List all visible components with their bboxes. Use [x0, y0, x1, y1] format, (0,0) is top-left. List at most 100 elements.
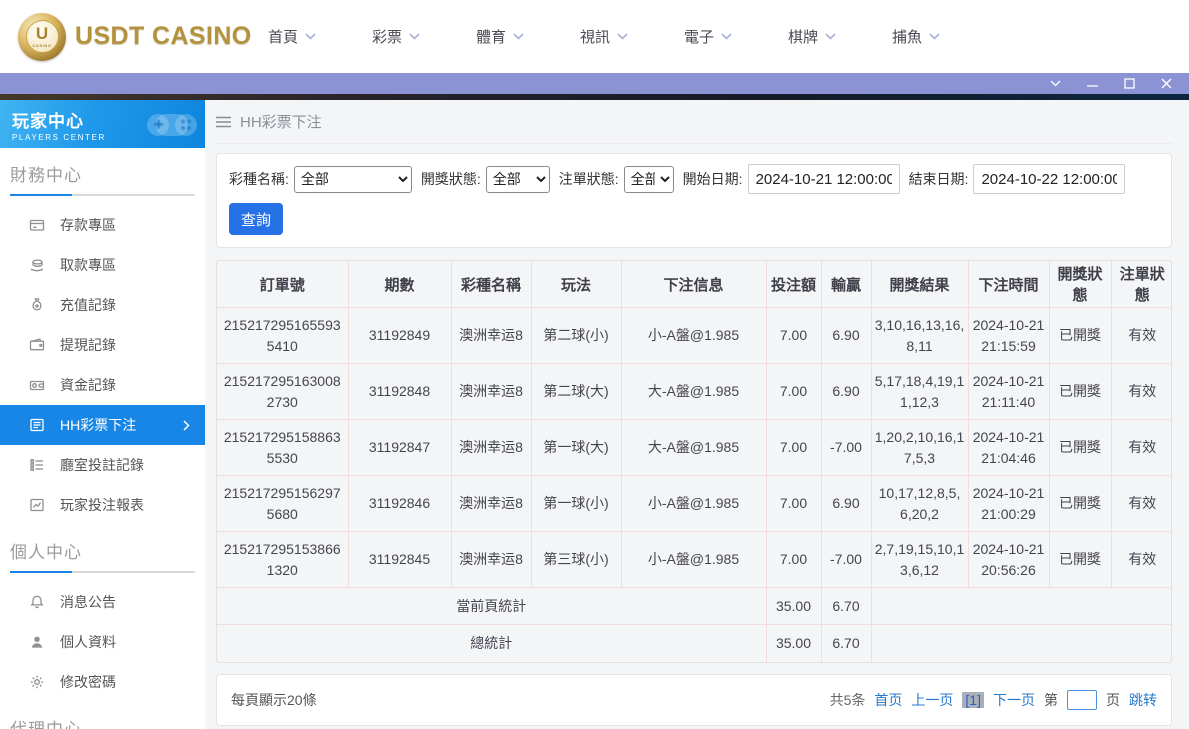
table-row: 2152172951630082730 31192848 澳洲幸运8 第二球(大…: [217, 364, 1172, 420]
cell-bet-time: 2024-10-21 21:15:59: [968, 308, 1049, 364]
cell-draw-result: 3,10,16,13,16,8,11: [871, 308, 968, 364]
chevron-down-icon: [617, 33, 628, 40]
nav-item-chess[interactable]: 棋牌: [788, 26, 892, 47]
nav-item-live-video[interactable]: 視訊: [580, 26, 684, 47]
grand-total-summary-row: 總統計 35.00 6.70: [217, 625, 1172, 662]
nav-label: 電子: [684, 26, 714, 47]
cell-lottery-name: 澳洲幸运8: [451, 476, 531, 532]
summary-bet-total: 35.00: [766, 588, 821, 625]
sidebar-item-label: 充值記錄: [60, 295, 116, 315]
cell-lottery-name: 澳洲幸运8: [451, 364, 531, 420]
lottery-type-label: 彩種名稱:: [229, 169, 289, 189]
col-header-order-status: 注單狀態: [1111, 261, 1172, 308]
sidebar-item-withdrawal-record[interactable]: 提現記錄: [0, 325, 205, 365]
hamburger-menu-icon[interactable]: [216, 116, 231, 128]
nav-item-slots[interactable]: 電子: [684, 26, 788, 47]
cell-order-no: 2152172951630082730: [217, 364, 348, 420]
sidebar-item-profile[interactable]: 個人資料: [0, 622, 205, 662]
gear-icon: [29, 674, 45, 690]
summary-label: 總統計: [217, 625, 766, 662]
end-date-input[interactable]: [973, 164, 1125, 194]
summary-label: 當前頁統計: [217, 588, 766, 625]
minimize-button[interactable]: [1085, 77, 1099, 91]
start-date-input[interactable]: [748, 164, 900, 194]
sidebar-item-recharge-record[interactable]: 充值記錄: [0, 285, 205, 325]
sidebar: 玩家中心 PLAYERS CENTER 財務中心 存款專區: [0, 100, 205, 729]
cell-order-no: 2152172951562975680: [217, 476, 348, 532]
logo-letter: U: [36, 25, 48, 42]
search-button[interactable]: 查詢: [229, 203, 283, 235]
cell-order-no: 2152172951588635530: [217, 420, 348, 476]
sidebar-item-hh-lottery-bets[interactable]: HH彩票下注: [0, 405, 205, 445]
cell-order-status: 有效: [1111, 364, 1172, 420]
chevron-right-icon: [183, 420, 190, 431]
sidebar-item-player-bet-report[interactable]: 玩家投注報表: [0, 485, 205, 525]
prev-page-link[interactable]: 上一页: [911, 690, 953, 710]
cell-bet-info: 小-A盤@1.985: [621, 308, 766, 364]
nav-label: 棋牌: [788, 26, 818, 47]
nav-item-fishing[interactable]: 捕魚: [892, 26, 996, 47]
breadcrumb: HH彩票下注: [216, 100, 1172, 144]
table-row: 2152172951655935410 31192849 澳洲幸运8 第二球(小…: [217, 308, 1172, 364]
cell-bet-amount: 7.00: [766, 476, 821, 532]
nav-item-lottery[interactable]: 彩票: [372, 26, 476, 47]
cell-bet-info: 小-A盤@1.985: [621, 476, 766, 532]
maximize-button[interactable]: [1122, 77, 1136, 91]
sidebar-item-label: 消息公告: [60, 592, 116, 612]
summary-win-loss-total: 6.70: [821, 625, 871, 662]
sidebar-item-label: 玩家投注報表: [60, 495, 144, 515]
sidebar-item-announcements[interactable]: 消息公告: [0, 582, 205, 622]
sidebar-item-deposit[interactable]: 存款專區: [0, 205, 205, 245]
cell-bet-amount: 7.00: [766, 364, 821, 420]
draw-status-select[interactable]: 全部: [486, 166, 550, 193]
col-header-bet-amount: 投注額: [766, 261, 821, 308]
cell-bet-time: 2024-10-21 20:56:26: [968, 532, 1049, 588]
sidebar-item-funds-record[interactable]: 資金記錄: [0, 365, 205, 405]
cell-order-no: 2152172951655935410: [217, 308, 348, 364]
sidebar-item-withdraw[interactable]: 取款專區: [0, 245, 205, 285]
sidebar-item-room-bet-record[interactable]: 廳室投註記錄: [0, 445, 205, 485]
pagination: 共5条 首页 上一页 [1] 下一页 第 页 跳转: [830, 690, 1157, 710]
cell-bet-time: 2024-10-21 21:11:40: [968, 364, 1049, 420]
cell-bet-time: 2024-10-21 21:00:29: [968, 476, 1049, 532]
jump-prefix-text: 第: [1044, 690, 1058, 710]
col-header-bet-info: 下注信息: [621, 261, 766, 308]
cell-lottery-name: 澳洲幸运8: [451, 308, 531, 364]
next-page-link[interactable]: 下一页: [993, 690, 1035, 710]
report-chart-icon: [29, 497, 45, 513]
brand[interactable]: U CASINO USDT CASINO: [18, 13, 256, 61]
cell-win-loss: 6.90: [821, 364, 871, 420]
order-status-label: 注單狀態:: [559, 169, 619, 189]
main-nav: 首頁 彩票 體育 視訊 電子 棋牌: [256, 26, 1171, 47]
summary-empty: [871, 625, 1172, 662]
cell-play-type: 第一球(大): [531, 420, 621, 476]
wallet-icon: [29, 337, 45, 353]
lottery-type-select[interactable]: 全部: [294, 166, 412, 193]
window-titlebar: [0, 73, 1189, 94]
current-page-indicator[interactable]: [1]: [962, 692, 984, 708]
jump-button[interactable]: 跳转: [1129, 690, 1157, 710]
col-header-period: 期數: [348, 261, 451, 308]
sidebar-item-change-password[interactable]: 修改密碼: [0, 662, 205, 702]
chevron-down-icon: [305, 33, 316, 40]
page-jump-input[interactable]: [1067, 690, 1097, 710]
nav-item-home[interactable]: 首頁: [268, 26, 372, 47]
titlebar-dropdown-button[interactable]: [1048, 77, 1062, 91]
sidebar-item-label: 修改密碼: [60, 672, 116, 692]
first-page-link[interactable]: 首页: [874, 690, 902, 710]
nav-item-sports[interactable]: 體育: [476, 26, 580, 47]
col-header-draw-result: 開獎結果: [871, 261, 968, 308]
order-status-select[interactable]: 全部: [624, 166, 674, 193]
close-button[interactable]: [1159, 77, 1173, 91]
draw-status-label: 開獎狀態:: [421, 169, 481, 189]
chevron-down-icon: [409, 33, 420, 40]
person-icon: [29, 634, 45, 650]
summary-bet-total: 35.00: [766, 625, 821, 662]
funds-wallet-icon: [29, 377, 45, 393]
cell-period: 31192845: [348, 532, 451, 588]
chevron-down-icon: [825, 33, 836, 40]
page-size-text: 每頁顯示20條: [231, 690, 317, 710]
cell-draw-result: 2,7,19,15,10,13,6,12: [871, 532, 968, 588]
end-date-label: 結束日期:: [909, 169, 969, 189]
cell-lottery-name: 澳洲幸运8: [451, 420, 531, 476]
